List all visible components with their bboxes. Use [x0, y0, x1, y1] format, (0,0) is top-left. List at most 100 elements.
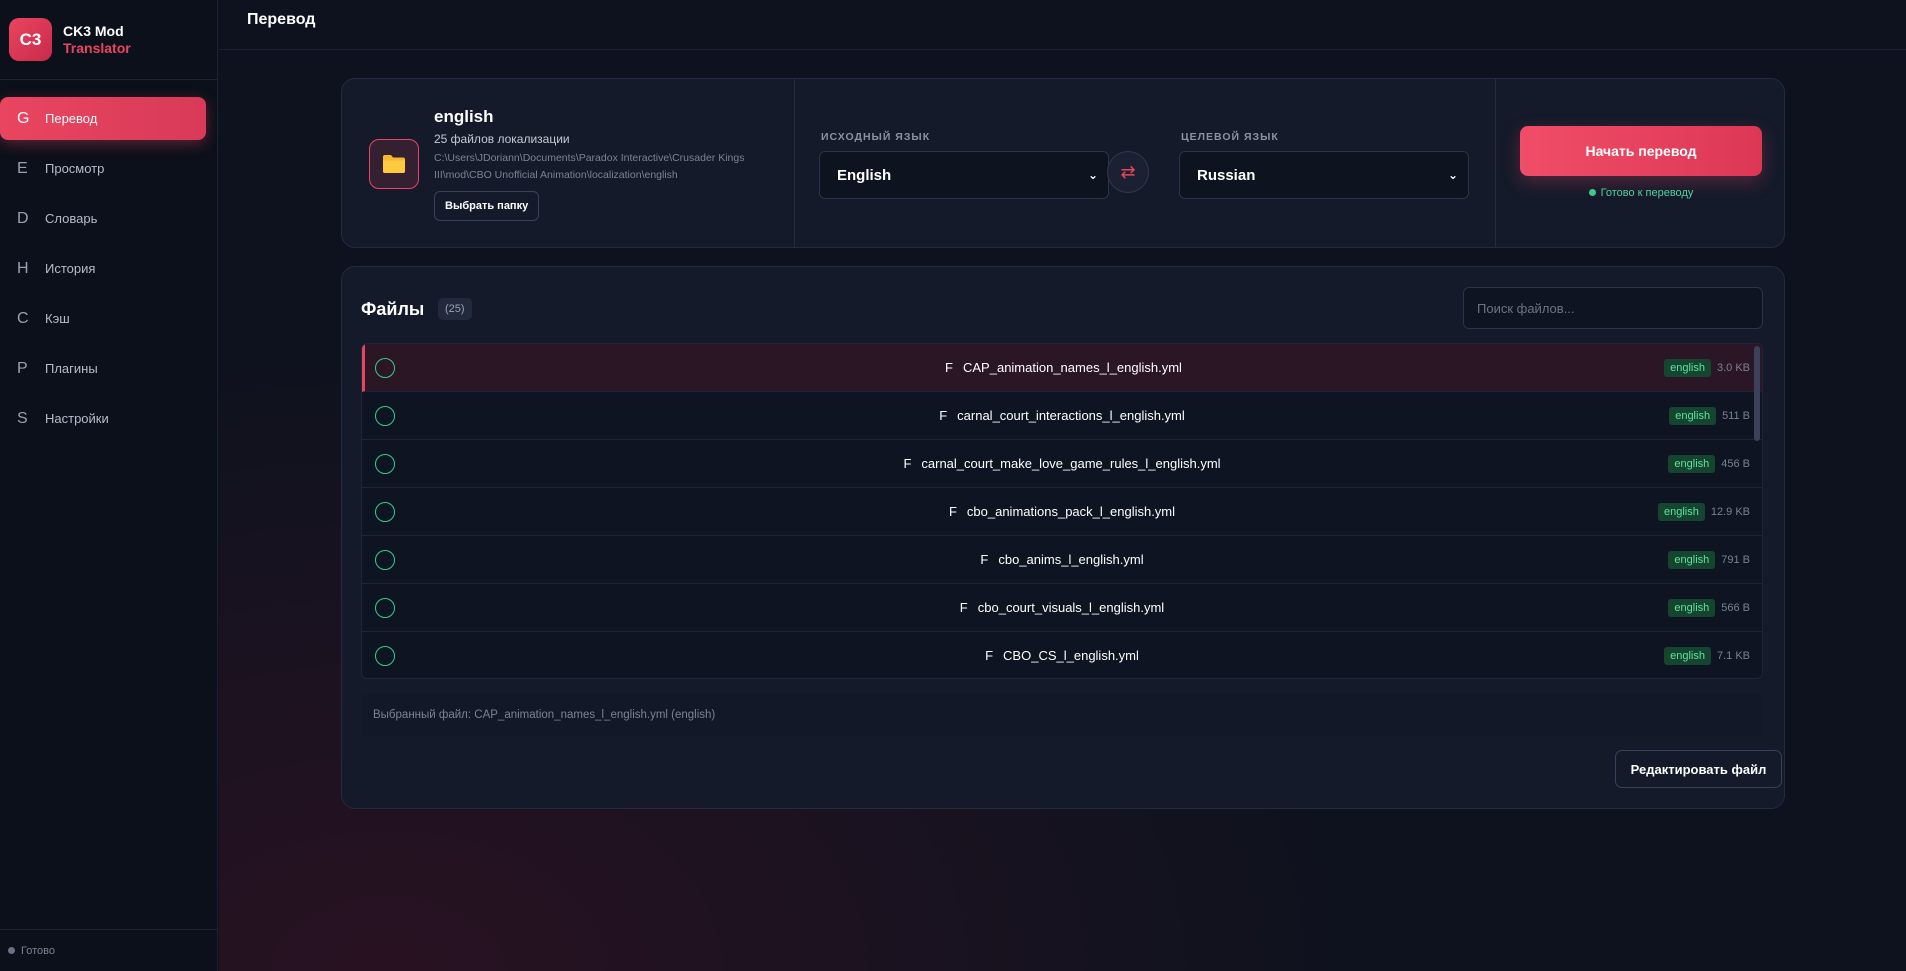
- files-card: Файлы (25) F CAP_animation_names_l_englis…: [341, 266, 1785, 809]
- plugins-icon: P: [17, 359, 28, 377]
- file-type-icon: F: [985, 648, 994, 663]
- dictionary-icon: D: [17, 209, 29, 227]
- file-row[interactable]: F CBO_CS_l_english.yml english 7.1 KB: [362, 632, 1762, 678]
- target-language-label: ЦЕЛЕВОЙ ЯЗЫК: [1181, 131, 1279, 143]
- swap-icon: ⇄: [1120, 161, 1136, 182]
- brand: C3 CK3 Mod Translator: [0, 0, 217, 80]
- target-language-select[interactable]: Russian ⌄: [1179, 151, 1469, 199]
- main-content: Перевод english 25 файлов локализации C:…: [219, 0, 1906, 971]
- translation-config-card: english 25 файлов локализации C:\Users\J…: [341, 78, 1785, 248]
- file-name: cbo_court_visuals_l_english.yml: [977, 600, 1165, 615]
- file-name: carnal_court_make_love_game_rules_l_engl…: [921, 456, 1221, 471]
- file-size: 566 B: [1721, 601, 1750, 614]
- preview-icon: E: [17, 159, 28, 177]
- sidebar-item-label: История: [45, 261, 96, 276]
- file-type-icon: F: [945, 360, 953, 375]
- sidebar-item-cache[interactable]: C Кэш: [0, 297, 206, 340]
- file-language-badge: english: [1664, 646, 1711, 665]
- files-title: Файлы: [361, 299, 425, 319]
- file-name: carnal_court_interactions_l_english.yml: [957, 408, 1185, 423]
- sidebar-item-history[interactable]: H История: [0, 247, 206, 290]
- file-radio[interactable]: [375, 645, 395, 666]
- folder-section: english 25 файлов локализации C:\Users\J…: [342, 79, 795, 247]
- source-language-select[interactable]: English ⌄: [819, 151, 1109, 199]
- file-size: 12.9 KB: [1710, 505, 1750, 518]
- file-radio[interactable]: [375, 405, 395, 426]
- folder-file-count: 25 файлов локализации: [434, 132, 570, 146]
- language-section: ИСХОДНЫЙ ЯЗЫК English ⌄ ⇄ ЦЕЛЕВОЙ ЯЗЫК R…: [796, 79, 1496, 247]
- file-size: 791 B: [1721, 553, 1750, 566]
- ready-dot-icon: [1588, 189, 1596, 196]
- file-search-input[interactable]: [1463, 287, 1763, 329]
- file-size: 456 B: [1721, 457, 1750, 470]
- folder-icon: [369, 139, 419, 189]
- translate-icon: G: [17, 109, 30, 127]
- sidebar-item-label: Настройки: [45, 411, 109, 426]
- file-language-badge: english: [1658, 502, 1705, 521]
- target-language-value: Russian: [1197, 166, 1256, 184]
- sidebar-item-label: Словарь: [45, 211, 98, 226]
- file-size: 3.0 KB: [1716, 361, 1750, 374]
- sidebar-item-label: Плагины: [45, 361, 98, 376]
- file-name: cbo_animations_pack_l_english.yml: [966, 504, 1176, 519]
- history-icon: H: [17, 259, 29, 277]
- start-translation-button[interactable]: Начать перевод: [1520, 126, 1762, 176]
- file-name: cbo_anims_l_english.yml: [998, 552, 1144, 567]
- app-subtitle: Translator: [63, 39, 131, 56]
- swap-languages-button[interactable]: ⇄: [1107, 151, 1149, 193]
- file-list: F CAP_animation_names_l_english.yml engli…: [361, 343, 1763, 679]
- sidebar-item-plugins[interactable]: P Плагины: [0, 347, 206, 390]
- file-type-icon: F: [959, 600, 968, 615]
- file-radio[interactable]: [375, 453, 395, 474]
- file-radio[interactable]: [375, 549, 395, 570]
- file-name: CBO_CS_l_english.yml: [1003, 648, 1139, 663]
- chevron-down-icon: ⌄: [1447, 168, 1458, 182]
- choose-folder-button[interactable]: Выбрать папку: [434, 191, 540, 221]
- start-section: Начать перевод Готово к переводу: [1497, 79, 1785, 247]
- file-radio[interactable]: [375, 501, 395, 522]
- file-type-icon: F: [948, 504, 957, 519]
- file-type-icon: F: [903, 456, 912, 471]
- sidebar-nav: G Перевод E Просмотр D Словарь H История…: [0, 80, 217, 440]
- file-type-icon: F: [980, 552, 989, 567]
- sidebar-item-label: Перевод: [45, 111, 98, 126]
- sidebar-item-translate[interactable]: G Перевод: [0, 97, 206, 140]
- app-title: CK3 Mod: [63, 22, 124, 39]
- files-count-badge: (25): [438, 298, 472, 320]
- app-logo: C3: [9, 18, 52, 61]
- file-language-badge: english: [1668, 454, 1716, 473]
- sidebar-item-preview[interactable]: E Просмотр: [0, 147, 206, 190]
- sidebar-item-dictionary[interactable]: D Словарь: [0, 197, 206, 240]
- file-language-badge: english: [1668, 598, 1716, 617]
- settings-icon: S: [17, 409, 28, 427]
- file-size: 511 B: [1722, 409, 1750, 422]
- ready-status: Готово к переводу: [1497, 187, 1785, 199]
- file-row[interactable]: Fcarnal_court_make_love_game_rules_l_eng…: [362, 440, 1762, 488]
- source-language-label: ИСХОДНЫЙ ЯЗЫК: [821, 131, 931, 143]
- cache-icon: C: [17, 309, 29, 327]
- file-row[interactable]: F CAP_animation_names_l_english.yml engli…: [362, 344, 1762, 392]
- file-row[interactable]: Fcarnal_court_interactions_l_english.yml…: [362, 392, 1762, 440]
- file-size: 7.1 KB: [1716, 649, 1750, 662]
- folder-name: english: [434, 107, 494, 126]
- app-status-text: Готово: [21, 944, 55, 957]
- ready-status-text: Готово к переводу: [1600, 187, 1694, 199]
- sidebar-item-label: Просмотр: [45, 161, 105, 176]
- app-status-bar: Готово: [0, 929, 218, 971]
- file-list-scrollbar[interactable]: [1754, 346, 1760, 441]
- edit-file-button[interactable]: Редактировать файл: [1615, 750, 1782, 788]
- sidebar: C3 CK3 Mod Translator G Перевод E Просмо…: [0, 0, 218, 971]
- file-radio[interactable]: [375, 357, 395, 378]
- file-language-badge: english: [1669, 406, 1717, 425]
- file-radio[interactable]: [375, 597, 395, 618]
- file-row[interactable]: Fcbo_animations_pack_l_english.yml engli…: [362, 488, 1762, 536]
- file-type-icon: F: [939, 408, 948, 423]
- status-dot-icon: [8, 947, 15, 954]
- file-language-badge: english: [1668, 550, 1716, 569]
- sidebar-item-settings[interactable]: S Настройки: [0, 397, 206, 440]
- file-row[interactable]: Fcbo_court_visuals_l_english.yml english…: [362, 584, 1762, 632]
- file-row[interactable]: Fcbo_anims_l_english.yml english 791 B: [362, 536, 1762, 584]
- sidebar-item-label: Кэш: [45, 311, 70, 326]
- topbar: Перевод: [219, 0, 1906, 50]
- file-name: CAP_animation_names_l_english.yml: [963, 360, 1182, 375]
